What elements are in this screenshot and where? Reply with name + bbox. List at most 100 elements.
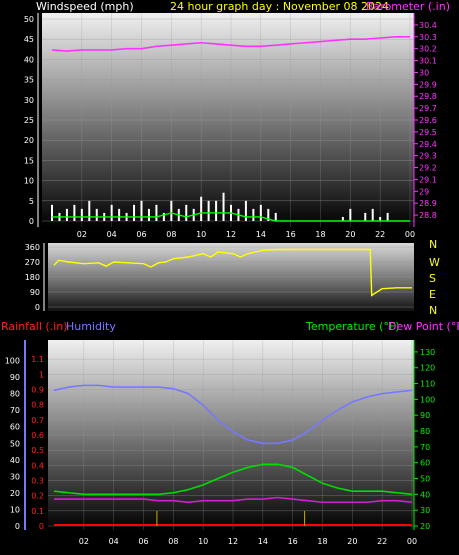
barometer-tick-label: 29.4 <box>419 140 437 149</box>
hour-tick-label: 14 <box>256 230 266 239</box>
barometer-tick-label: 29.2 <box>419 164 437 173</box>
rain-tick-label: 0 <box>39 522 44 531</box>
direction-tick-label: 180 <box>25 273 40 282</box>
temperature-tick-label: 90 <box>420 411 430 420</box>
barometer-tick-label: 29.6 <box>419 116 437 125</box>
humidity-title: Humidity <box>66 320 116 333</box>
compass-label-e: E <box>429 288 436 301</box>
temperature-tick-label: 60 <box>420 459 430 468</box>
humidity-tick-label: 100 <box>5 357 20 366</box>
lower-hour-tick-label: 02 <box>79 537 89 546</box>
barometer-tick-label: 29.5 <box>419 128 437 137</box>
barometer-tick-label: 28.9 <box>419 199 437 208</box>
barometer-tick-label: 29.1 <box>419 175 437 184</box>
lower-hour-tick-label: 08 <box>168 537 178 546</box>
hour-tick-label: 10 <box>196 230 206 239</box>
barometer-tick-label: 29 <box>419 187 429 196</box>
compass-label-n-top: N <box>429 238 437 251</box>
lower-hour-tick-label: 12 <box>228 537 238 546</box>
lower-hour-tick-label: 20 <box>347 537 357 546</box>
humidity-tick-label: 70 <box>10 406 20 415</box>
rain-tick-label: 0.6 <box>31 431 44 440</box>
humidity-tick-label: 0 <box>15 522 20 531</box>
barometer-tick-label: 29.3 <box>419 152 437 161</box>
weather-graph: Windspeed (mph) 24 hour graph day : Nove… <box>1 0 459 546</box>
direction-tick-label: 360 <box>25 243 40 252</box>
barometer-tick-label: 30.1 <box>419 57 437 66</box>
rain-tick-label: 1.1 <box>31 355 44 364</box>
rain-tick-label: 0.3 <box>31 477 44 486</box>
hour-tick-label: 16 <box>286 230 296 239</box>
rain-tick-label: 0.8 <box>31 401 44 410</box>
humidity-tick-label: 90 <box>10 373 20 382</box>
barometer-tick-label: 30.4 <box>419 21 437 30</box>
direction-tick-label: 90 <box>30 288 40 297</box>
temperature-tick-label: 40 <box>420 490 430 499</box>
temperature-tick-label: 100 <box>420 395 435 404</box>
hour-tick-label: 22 <box>375 230 385 239</box>
dewpoint-title: Dew Point (°F) <box>388 320 459 333</box>
rain-tick-label: 0.1 <box>31 507 44 516</box>
wind-tick-label: 35 <box>24 76 34 85</box>
humidity-tick-label: 10 <box>10 505 20 514</box>
rain-tick-label: 0.9 <box>31 386 44 395</box>
rain-tick-label: 0.4 <box>31 461 44 470</box>
temperature-title: Temperature (°F) <box>305 320 400 333</box>
temperature-tick-label: 30 <box>420 506 430 515</box>
hour-tick-label: 02 <box>77 230 87 239</box>
hour-tick-label: 18 <box>315 230 325 239</box>
humidity-tick-label: 20 <box>10 489 20 498</box>
barometer-tick-label: 29.8 <box>419 92 437 101</box>
compass-label-s: S <box>429 272 436 285</box>
lower-hour-tick-label: 00 <box>407 537 417 546</box>
hour-tick-label: 00 <box>405 230 415 239</box>
barometer-tick-label: 30.3 <box>419 33 437 42</box>
wind-tick-label: 10 <box>24 177 34 186</box>
temperature-tick-label: 120 <box>420 364 435 373</box>
wind-tick-label: 50 <box>24 15 34 24</box>
hour-tick-label: 04 <box>107 230 117 239</box>
wind-tick-label: 0 <box>29 217 34 226</box>
wind-tick-label: 20 <box>24 136 34 145</box>
windspeed-title: Windspeed (mph) <box>36 0 134 13</box>
compass-label-n-bottom: N <box>429 304 437 317</box>
wind-tick-label: 40 <box>24 55 34 64</box>
humidity-tick-label: 30 <box>10 472 20 481</box>
lower-hour-tick-label: 14 <box>258 537 268 546</box>
lower-hour-tick-label: 06 <box>138 537 148 546</box>
lower-hour-tick-label: 16 <box>288 537 298 546</box>
lower-hour-tick-label: 10 <box>198 537 208 546</box>
temperature-tick-label: 110 <box>420 380 435 389</box>
lower-hour-tick-label: 22 <box>377 537 387 546</box>
humidity-tick-label: 60 <box>10 423 20 432</box>
direction-tick-label: 0 <box>35 303 40 312</box>
date-title: 24 hour graph day : November 08 2024 <box>170 0 389 13</box>
wind-tick-label: 30 <box>24 96 34 105</box>
rain-tick-label: 0.7 <box>31 416 44 425</box>
temperature-tick-label: 70 <box>420 443 430 452</box>
temperature-tick-label: 130 <box>420 348 435 357</box>
wind-tick-label: 25 <box>24 116 34 125</box>
lower-hour-tick-label: 04 <box>109 537 119 546</box>
barometer-tick-label: 29.7 <box>419 104 437 113</box>
wind-tick-label: 15 <box>24 156 34 165</box>
hour-tick-label: 20 <box>345 230 355 239</box>
hour-tick-label: 12 <box>226 230 236 239</box>
lower-hour-tick-label: 18 <box>317 537 327 546</box>
rain-tick-label: 1 <box>39 370 44 379</box>
hour-tick-label: 06 <box>136 230 146 239</box>
barometer-tick-label: 30 <box>419 68 429 77</box>
humidity-tick-label: 40 <box>10 456 20 465</box>
rain-tick-label: 0.2 <box>31 492 44 501</box>
wind-tick-label: 45 <box>24 35 34 44</box>
humidity-tick-label: 50 <box>10 439 20 448</box>
temperature-tick-label: 20 <box>420 522 430 531</box>
compass-label-w: W <box>429 256 440 269</box>
rainfall-title: Rainfall (.in) <box>1 320 68 333</box>
hour-tick-label: 08 <box>166 230 176 239</box>
barometer-tick-label: 30.2 <box>419 45 437 54</box>
rain-tick-label: 0.5 <box>31 446 44 455</box>
barometer-tick-label: 29.9 <box>419 80 437 89</box>
direction-tick-label: 270 <box>25 258 40 267</box>
barometer-title: Barometer (.in) <box>366 0 450 13</box>
